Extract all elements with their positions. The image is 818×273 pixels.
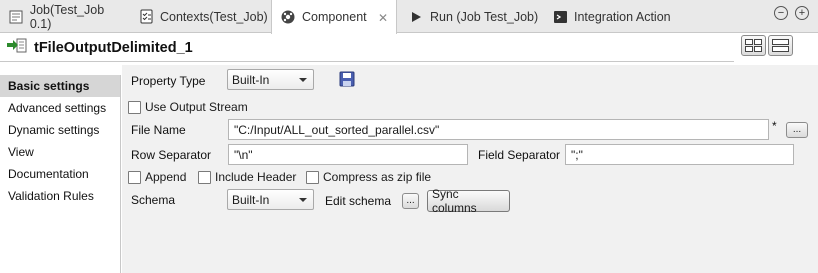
run-icon [408, 9, 424, 25]
component-title-bar: tFileOutputDelimited_1 [0, 34, 734, 62]
browse-label: ... [792, 124, 802, 135]
use-output-stream-checkbox[interactable] [128, 100, 141, 114]
tab-contexts[interactable]: Contexts(Test_Job) [130, 0, 270, 33]
field-separator-input[interactable]: ";" [565, 144, 794, 165]
edit-schema-label: Edit schema [325, 194, 392, 208]
compress-option[interactable]: Compress as zip file [306, 170, 431, 184]
include-header-label: Include Header [215, 170, 297, 184]
compress-label: Compress as zip file [323, 170, 432, 184]
tab-label: Contexts(Test_Job) [160, 9, 268, 24]
tab-component[interactable]: Component ✕ [271, 0, 397, 34]
append-option[interactable]: Append [128, 170, 186, 184]
integration-icon [552, 9, 568, 25]
settings-sidebar: Basic settings Advanced settings Dynamic… [0, 75, 121, 273]
sidebar-item-documentation[interactable]: Documentation [0, 163, 120, 185]
close-icon[interactable]: ✕ [378, 11, 388, 25]
file-name-input[interactable]: "C:/Input/ALL_out_sorted_parallel.csv" [228, 119, 769, 140]
schema-value: Built-In [232, 192, 270, 207]
row-separator-label: Row Separator [131, 148, 212, 162]
sidebar-item-advanced-settings[interactable]: Advanced settings [0, 97, 120, 119]
contexts-icon [138, 9, 154, 25]
tab-label: Job(Test_Job 0.1) [29, 2, 105, 31]
sync-columns-button[interactable]: Sync columns [427, 187, 510, 215]
horizontal-layout-icon[interactable] [768, 35, 793, 56]
browse-file-button[interactable]: ... [786, 122, 808, 138]
vertical-layout-icon[interactable] [741, 35, 766, 56]
sync-columns-label: Sync columns [432, 187, 477, 215]
file-name-label: File Name [131, 123, 186, 137]
edit-schema-button-label: ... [406, 195, 415, 206]
component-output-icon [6, 37, 28, 58]
sidebar-item-basic-settings[interactable]: Basic settings [0, 75, 120, 97]
row-separator-input[interactable]: "\n" [228, 144, 468, 165]
component-title: tFileOutputDelimited_1 [34, 39, 193, 56]
schema-label: Schema [131, 193, 176, 207]
component-icon [280, 9, 296, 25]
tab-label: Integration Action [574, 9, 671, 24]
edit-schema-button[interactable]: ... [402, 193, 419, 209]
editor-tab-bar: Job(Test_Job 0.1) Contexts(Test_Job) Com… [0, 0, 818, 34]
sidebar-item-dynamic-settings[interactable]: Dynamic settings [0, 119, 120, 141]
sidebar-item-validation-rules[interactable]: Validation Rules [0, 185, 120, 207]
minimize-icon[interactable]: − [774, 6, 788, 20]
basic-settings-panel: Property Type Built-In Use Output Stream… [122, 65, 818, 273]
job-icon [8, 9, 24, 25]
compress-checkbox[interactable] [306, 170, 319, 184]
append-checkbox[interactable] [128, 170, 141, 184]
chevron-down-icon [299, 78, 307, 82]
save-icon[interactable] [339, 71, 355, 90]
field-separator-value: ";" [571, 147, 583, 162]
tab-label: Run (Job Test_Job) [430, 9, 539, 24]
tab-job[interactable]: Job(Test_Job 0.1) [0, 0, 128, 33]
schema-select[interactable]: Built-In [227, 189, 314, 210]
property-type-label: Property Type [131, 74, 206, 88]
required-marker: * [772, 119, 777, 133]
sidebar-item-view[interactable]: View [0, 141, 120, 163]
include-header-checkbox[interactable] [198, 170, 211, 184]
property-type-select[interactable]: Built-In [227, 69, 314, 90]
include-header-option[interactable]: Include Header [198, 170, 296, 184]
minimize-glyph: − [777, 6, 785, 19]
chevron-down-icon [299, 198, 307, 202]
use-output-stream-option[interactable]: Use Output Stream [128, 100, 248, 114]
maximize-glyph: + [798, 6, 806, 19]
tab-run[interactable]: Run (Job Test_Job) [400, 0, 540, 33]
use-output-stream-label: Use Output Stream [145, 100, 248, 114]
property-type-value: Built-In [232, 72, 270, 87]
row-separator-value: "\n" [234, 147, 253, 162]
maximize-icon[interactable]: + [795, 6, 809, 20]
tab-label: Component [302, 10, 367, 24]
field-separator-label: Field Separator [478, 148, 561, 162]
file-name-value: "C:/Input/ALL_out_sorted_parallel.csv" [234, 122, 440, 137]
append-label: Append [145, 170, 187, 184]
tab-integration-action[interactable]: Integration Action [544, 0, 684, 33]
